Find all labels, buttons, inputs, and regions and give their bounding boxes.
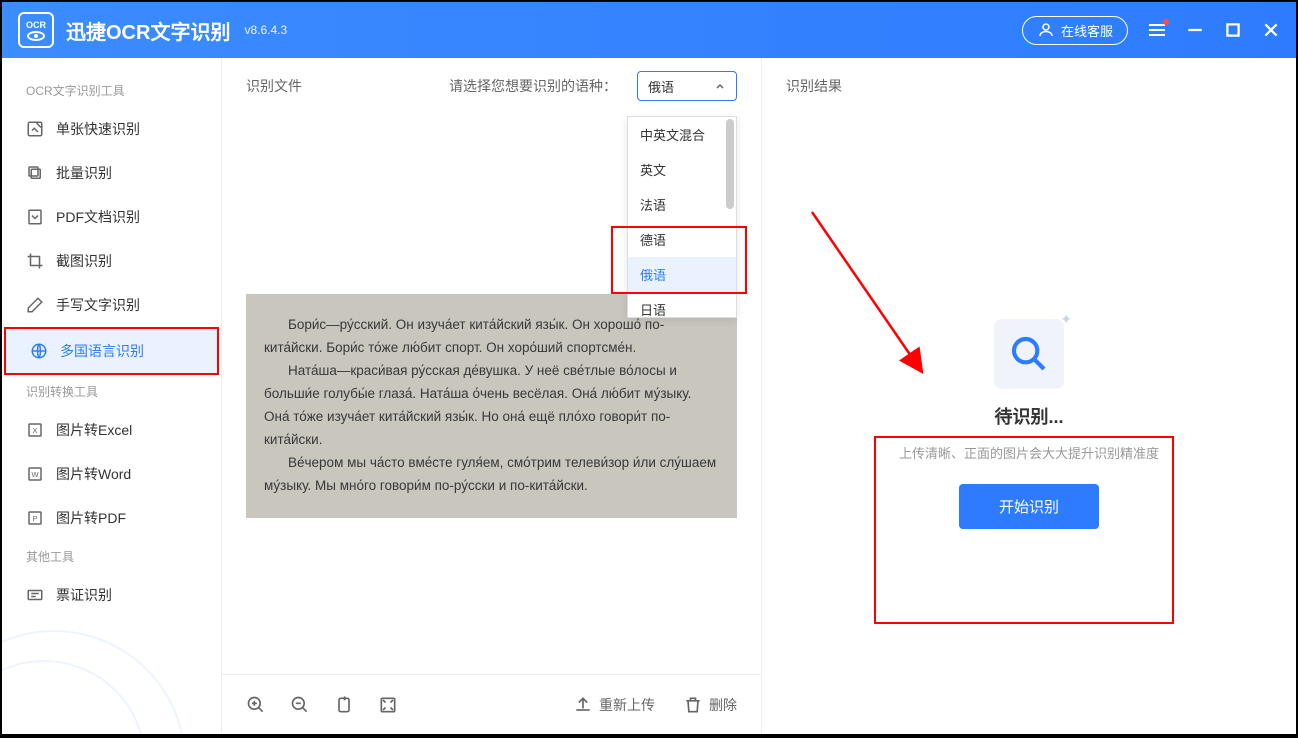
placeholder-hint: 上传清晰、正面的图片会大大提升识别精准度 (899, 443, 1159, 462)
sidebar-item-word[interactable]: W 图片转Word (2, 452, 221, 496)
titlebar: OCR 迅捷OCR文字识别 v8.6.4.3 在线客服 (2, 2, 1296, 58)
left-panel: 识别文件 请选择您想要识别的语种： 俄语 中英文混合 英文 法语 德语 俄语 日… (222, 58, 762, 734)
language-select[interactable]: 俄语 (637, 71, 737, 101)
svg-text:P: P (32, 514, 37, 523)
notification-dot (1163, 19, 1169, 25)
app-logo: OCR 迅捷OCR文字识别 v8.6.4.3 (18, 12, 287, 48)
start-recognition-button[interactable]: 开始识别 (959, 484, 1099, 529)
dropdown-item[interactable]: 法语 (628, 187, 736, 222)
app-version: v8.6.4.3 (244, 23, 287, 37)
result-title: 识别结果 (786, 76, 842, 96)
svg-text:X: X (32, 426, 37, 435)
dropdown-item-selected[interactable]: 俄语 (628, 257, 736, 292)
customer-service-button[interactable]: 在线客服 (1022, 16, 1128, 45)
close-button[interactable] (1262, 21, 1280, 39)
svg-text:W: W (31, 470, 39, 479)
copy-icon (26, 164, 44, 182)
document-image: Бори́с—ру́сский. Он изуча́ет кита́йский … (246, 294, 737, 518)
globe-icon (30, 342, 48, 360)
minimize-icon (1186, 21, 1204, 39)
sidebar-group-header: 其他工具 (2, 540, 221, 573)
logo-icon: OCR (18, 12, 54, 48)
menu-icon (1149, 24, 1165, 36)
placeholder-icon: ✦ (994, 319, 1064, 389)
right-panel: 识别结果 ✦ 待识别... 上传清晰、正面的图片会大大提升识别精准度 开始识别 (762, 58, 1296, 734)
dropdown-scrollbar[interactable] (726, 119, 734, 209)
close-icon (1262, 21, 1280, 39)
panel-title: 识别文件 (246, 76, 302, 96)
rotate-icon[interactable] (334, 695, 354, 715)
pdf-icon (26, 208, 44, 226)
sidebar-item-screenshot[interactable]: 截图识别 (2, 239, 221, 283)
maximize-button[interactable] (1224, 21, 1242, 39)
trash-icon (683, 695, 703, 715)
sidebar-group-header: 识别转换工具 (2, 375, 221, 408)
ticket-icon (26, 586, 44, 604)
magnifier-icon (1009, 334, 1049, 374)
word-icon: W (26, 465, 44, 483)
pen-icon (26, 296, 44, 314)
placeholder-title: 待识别... (994, 403, 1063, 429)
sidebar: OCR文字识别工具 单张快速识别 批量识别 PDF文档识别 截图识别 手写文字识… (2, 58, 222, 734)
dropdown-item[interactable]: 德语 (628, 222, 736, 257)
topdf-icon: P (26, 509, 44, 527)
image-fast-icon (26, 120, 44, 138)
sidebar-item-excel[interactable]: X 图片转Excel (2, 408, 221, 452)
result-placeholder: ✦ 待识别... 上传清晰、正面的图片会大大提升识别精准度 开始识别 (762, 114, 1296, 734)
language-label: 请选择您想要识别的语种： (449, 76, 617, 96)
decorative-circles (2, 614, 222, 734)
sidebar-item-multilang[interactable]: 多国语言识别 (4, 327, 219, 375)
sidebar-item-single[interactable]: 单张快速识别 (2, 107, 221, 151)
minimize-button[interactable] (1186, 21, 1204, 39)
sidebar-group-header: OCR文字识别工具 (2, 74, 221, 107)
dropdown-item[interactable]: 日语 (628, 292, 736, 317)
dropdown-item[interactable]: 中英文混合 (628, 117, 736, 152)
language-dropdown: 中英文混合 英文 法语 德语 俄语 日语 (627, 116, 737, 318)
delete-button[interactable]: 删除 (683, 695, 737, 715)
sidebar-item-pdf[interactable]: PDF文档识别 (2, 195, 221, 239)
sidebar-item-handwrite[interactable]: 手写文字识别 (2, 283, 221, 327)
menu-button[interactable] (1148, 21, 1166, 39)
zoom-in-icon[interactable] (246, 695, 266, 715)
reupload-button[interactable]: 重新上传 (573, 695, 655, 715)
app-name: 迅捷OCR文字识别 (66, 16, 230, 45)
headset-icon (1037, 21, 1055, 39)
sidebar-item-ticket[interactable]: 票证识别 (2, 573, 221, 617)
dropdown-item[interactable]: 英文 (628, 152, 736, 187)
sidebar-item-batch[interactable]: 批量识别 (2, 151, 221, 195)
upload-icon (573, 695, 593, 715)
fit-icon[interactable] (378, 695, 398, 715)
excel-icon: X (26, 421, 44, 439)
sidebar-item-topdf[interactable]: P 图片转PDF (2, 496, 221, 540)
chevron-up-icon (714, 80, 726, 92)
zoom-out-icon[interactable] (290, 695, 310, 715)
maximize-icon (1224, 21, 1242, 39)
crop-icon (26, 252, 44, 270)
image-toolbar: 重新上传 删除 (222, 674, 761, 734)
